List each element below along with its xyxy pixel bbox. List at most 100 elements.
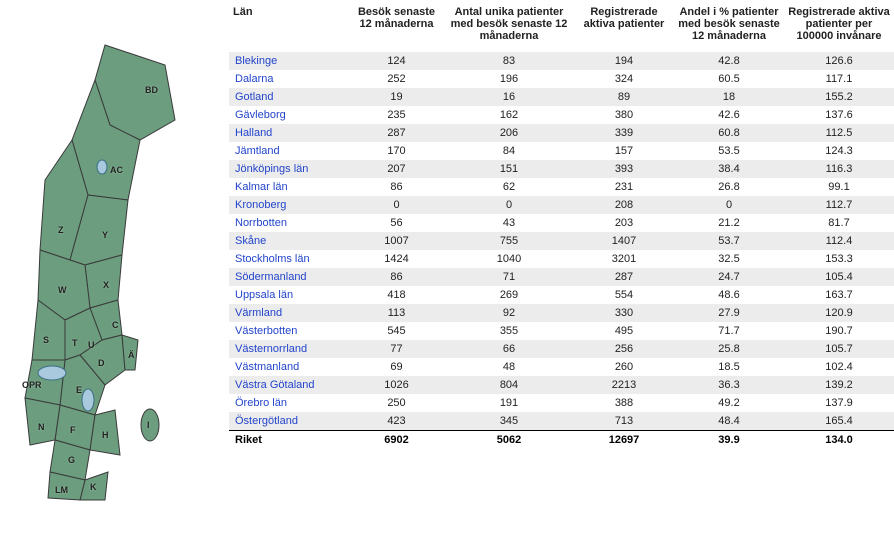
cell-v2: 83 bbox=[444, 52, 574, 70]
cell-v5: 120.9 bbox=[784, 304, 894, 322]
table-row: Örebro län25019138849.2137.9 bbox=[229, 394, 894, 412]
cell-v2: 151 bbox=[444, 160, 574, 178]
cell-v3: 380 bbox=[574, 106, 674, 124]
cell-lan[interactable]: Västmanland bbox=[229, 358, 349, 376]
cell-v5: 112.7 bbox=[784, 196, 894, 214]
cell-lan[interactable]: Värmland bbox=[229, 304, 349, 322]
cell-lan[interactable]: Örebro län bbox=[229, 394, 349, 412]
cell-v1: 86 bbox=[349, 178, 444, 196]
table-row: Stockholms län14241040320132.5153.3 bbox=[229, 250, 894, 268]
cell-v3: 713 bbox=[574, 412, 674, 431]
cell-v1: 235 bbox=[349, 106, 444, 124]
table-row: Jönköpings län20715139338.4116.3 bbox=[229, 160, 894, 178]
cell-v1: 250 bbox=[349, 394, 444, 412]
cell-lan[interactable]: Skåne bbox=[229, 232, 349, 250]
table-row: Jämtland1708415753.5124.3 bbox=[229, 142, 894, 160]
cell-v1-total: 6902 bbox=[349, 431, 444, 450]
cell-v2: 345 bbox=[444, 412, 574, 431]
cell-v2: 206 bbox=[444, 124, 574, 142]
cell-v1: 545 bbox=[349, 322, 444, 340]
cell-v4: 21.2 bbox=[674, 214, 784, 232]
cell-v1: 418 bbox=[349, 286, 444, 304]
table-row: Gävleborg23516238042.6137.6 bbox=[229, 106, 894, 124]
col-header-v1: Besök senaste 12 månaderna bbox=[349, 0, 444, 52]
cell-v3: 260 bbox=[574, 358, 674, 376]
cell-lan[interactable]: Västernorrland bbox=[229, 340, 349, 358]
cell-v3: 339 bbox=[574, 124, 674, 142]
table-row: Kalmar län866223126.899.1 bbox=[229, 178, 894, 196]
cell-v1: 77 bbox=[349, 340, 444, 358]
cell-v1: 19 bbox=[349, 88, 444, 106]
cell-v2: 162 bbox=[444, 106, 574, 124]
cell-v1: 1007 bbox=[349, 232, 444, 250]
cell-v2: 62 bbox=[444, 178, 574, 196]
table-row: Norrbotten564320321.281.7 bbox=[229, 214, 894, 232]
table-body: Blekinge1248319442.8126.6Dalarna25219632… bbox=[229, 52, 894, 449]
cell-v4: 42.8 bbox=[674, 52, 784, 70]
cell-v4: 24.7 bbox=[674, 268, 784, 286]
cell-v3: 495 bbox=[574, 322, 674, 340]
cell-v4: 53.5 bbox=[674, 142, 784, 160]
cell-v4: 26.8 bbox=[674, 178, 784, 196]
cell-lan[interactable]: Västra Götaland bbox=[229, 376, 349, 394]
cell-v1: 69 bbox=[349, 358, 444, 376]
table-row: Gotland19168918155.2 bbox=[229, 88, 894, 106]
cell-v5: 137.6 bbox=[784, 106, 894, 124]
cell-lan[interactable]: Jämtland bbox=[229, 142, 349, 160]
cell-v5: 139.2 bbox=[784, 376, 894, 394]
cell-v5: 153.3 bbox=[784, 250, 894, 268]
table-column: Län Besök senaste 12 månaderna Antal uni… bbox=[229, 0, 894, 520]
cell-v3: 393 bbox=[574, 160, 674, 178]
cell-v2: 43 bbox=[444, 214, 574, 232]
county-table: Län Besök senaste 12 månaderna Antal uni… bbox=[229, 0, 894, 449]
cell-v3: 388 bbox=[574, 394, 674, 412]
cell-v5-total: 134.0 bbox=[784, 431, 894, 450]
map-column: BD AC Z Y X W S C T U D Ä E OPR F H N G … bbox=[0, 0, 229, 520]
cell-v4-total: 39.9 bbox=[674, 431, 784, 450]
cell-lan[interactable]: Södermanland bbox=[229, 268, 349, 286]
cell-v5: 112.4 bbox=[784, 232, 894, 250]
cell-v2: 0 bbox=[444, 196, 574, 214]
cell-v2: 84 bbox=[444, 142, 574, 160]
cell-lan[interactable]: Gotland bbox=[229, 88, 349, 106]
cell-lan[interactable]: Uppsala län bbox=[229, 286, 349, 304]
table-row: Västerbotten54535549571.7190.7 bbox=[229, 322, 894, 340]
cell-v4: 25.8 bbox=[674, 340, 784, 358]
table-header-row: Län Besök senaste 12 månaderna Antal uni… bbox=[229, 0, 894, 52]
table-row: Östergötland42334571348.4165.4 bbox=[229, 412, 894, 431]
cell-v3: 256 bbox=[574, 340, 674, 358]
cell-lan[interactable]: Östergötland bbox=[229, 412, 349, 431]
cell-lan[interactable]: Halland bbox=[229, 124, 349, 142]
cell-lan[interactable]: Norrbotten bbox=[229, 214, 349, 232]
cell-v3: 3201 bbox=[574, 250, 674, 268]
table-row: Västernorrland776625625.8105.7 bbox=[229, 340, 894, 358]
cell-v5: 124.3 bbox=[784, 142, 894, 160]
cell-v5: 102.4 bbox=[784, 358, 894, 376]
cell-lan[interactable]: Västerbotten bbox=[229, 322, 349, 340]
cell-lan[interactable]: Kronoberg bbox=[229, 196, 349, 214]
cell-v2: 191 bbox=[444, 394, 574, 412]
cell-v2: 196 bbox=[444, 70, 574, 88]
cell-v4: 0 bbox=[674, 196, 784, 214]
cell-lan[interactable]: Stockholms län bbox=[229, 250, 349, 268]
table-row: Västra Götaland1026804221336.3139.2 bbox=[229, 376, 894, 394]
cell-lan[interactable]: Dalarna bbox=[229, 70, 349, 88]
cell-v2: 355 bbox=[444, 322, 574, 340]
cell-v2: 269 bbox=[444, 286, 574, 304]
cell-v1: 1026 bbox=[349, 376, 444, 394]
cell-v3: 203 bbox=[574, 214, 674, 232]
cell-v1: 252 bbox=[349, 70, 444, 88]
cell-v4: 71.7 bbox=[674, 322, 784, 340]
cell-v4: 18.5 bbox=[674, 358, 784, 376]
cell-lan[interactable]: Blekinge bbox=[229, 52, 349, 70]
table-row: Södermanland867128724.7105.4 bbox=[229, 268, 894, 286]
cell-v1: 113 bbox=[349, 304, 444, 322]
cell-v2: 755 bbox=[444, 232, 574, 250]
table-row: Kronoberg002080112.7 bbox=[229, 196, 894, 214]
cell-v2: 16 bbox=[444, 88, 574, 106]
cell-lan[interactable]: Kalmar län bbox=[229, 178, 349, 196]
cell-lan[interactable]: Gävleborg bbox=[229, 106, 349, 124]
cell-v5: 99.1 bbox=[784, 178, 894, 196]
cell-v4: 27.9 bbox=[674, 304, 784, 322]
cell-lan[interactable]: Jönköpings län bbox=[229, 160, 349, 178]
